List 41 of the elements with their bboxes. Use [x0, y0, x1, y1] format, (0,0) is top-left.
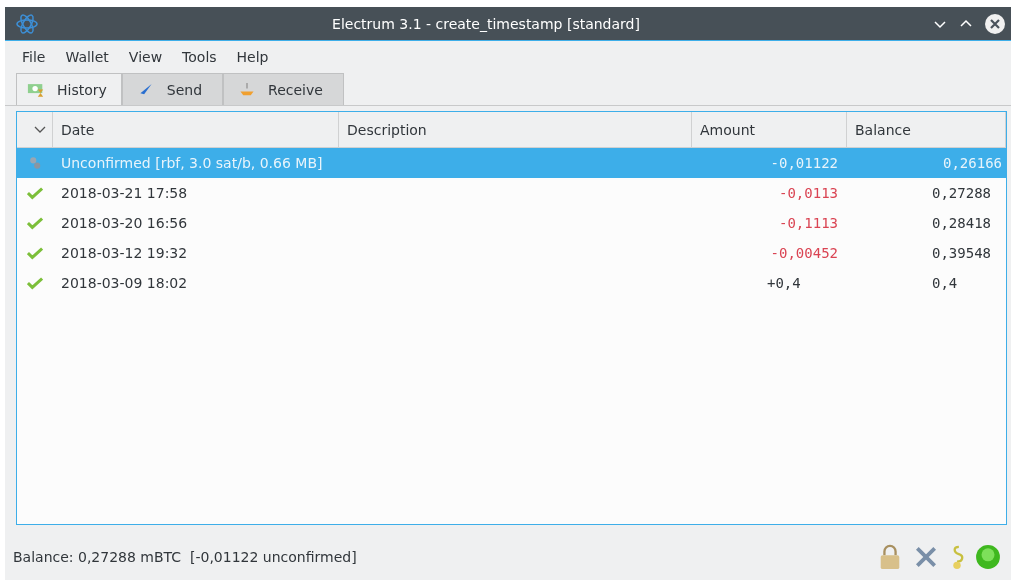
date-cell-text: 2018-03-12 19:32: [60, 245, 189, 261]
chevron-icon[interactable]: [34, 125, 46, 134]
window-title: Electrum 3.1 - create_timestamp [standard]: [331, 15, 641, 32]
date-cell-text: 2018-03-20 16:56: [60, 215, 189, 231]
column-header[interactable]: Description: [339, 112, 692, 147]
tab[interactable]: History: [16, 73, 122, 105]
checkmark-icon: [27, 276, 43, 290]
transaction-row[interactable]: 2018-03-09 18:02 +0,4 0,4: [17, 268, 1006, 298]
balance-cell-text: 0,4: [931, 275, 959, 291]
atom-logo-icon: [15, 11, 39, 36]
date-cell-text: Unconfirmed [rbf, 3.0 sat/b, 0.66 MB]: [60, 155, 324, 171]
close-icon[interactable]: [985, 13, 1005, 34]
checkmark-icon: [27, 186, 43, 200]
amount-cell-text: -0,0113: [778, 185, 839, 201]
tab[interactable]: Send: [121, 73, 224, 105]
menu-item[interactable]: View: [119, 49, 174, 65]
column-header[interactable]: Date: [53, 112, 339, 147]
menu-item[interactable]: Tools: [173, 49, 228, 65]
amount-cell-text: -0,1113: [778, 215, 839, 231]
date-cell-text: 2018-03-21 17:58: [60, 185, 189, 201]
column-header[interactable]: Balance: [847, 112, 1006, 147]
transaction-row[interactable]: 2018-03-21 17:58 -0,0113 0,27288: [17, 178, 1006, 208]
menu-item[interactable]: Wallet: [56, 49, 120, 65]
checkmark-icon: [27, 216, 43, 230]
checkmark-icon: [27, 246, 43, 260]
transaction-row[interactable]: 2018-03-20 16:56 -0,1113 0,28418: [17, 208, 1006, 238]
transaction-row[interactable]: 2018-03-12 19:32 -0,00452 0,39548: [17, 238, 1006, 268]
balance-cell-text: 0,26166: [942, 155, 1003, 171]
balance-cell-text: 0,27288: [931, 185, 992, 201]
balance-cell-text: 0,39548: [931, 245, 992, 261]
balance-cell-text: 0,28418: [931, 215, 992, 231]
balance-status-text: Balance: 0,27288 mBTC [-0,01122 unconfirmed]: [13, 549, 358, 565]
column-header[interactable]: Amount: [692, 112, 847, 147]
menu-item[interactable]: File: [13, 49, 57, 65]
tab[interactable]: Receive: [223, 73, 344, 105]
amount-cell-text: +0,4: [766, 275, 802, 291]
menu-item[interactable]: Help: [227, 49, 280, 65]
date-cell-text: 2018-03-09 18:02: [60, 275, 189, 291]
amount-cell-text: -0,01122: [769, 155, 839, 171]
banknote-hourglass-icon: [27, 82, 45, 97]
amount-cell-text: -0,00452: [769, 245, 839, 261]
